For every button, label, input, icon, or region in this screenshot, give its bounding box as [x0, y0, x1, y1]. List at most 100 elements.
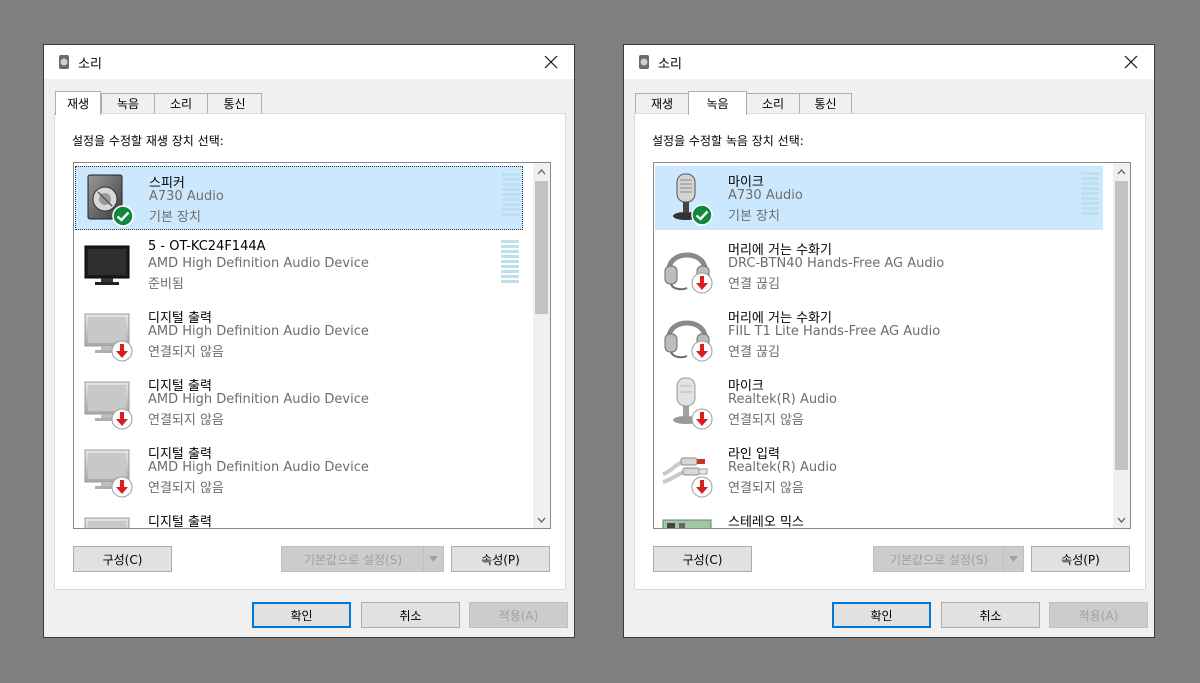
close-icon: [1124, 55, 1138, 69]
ok-button[interactable]: 확인: [252, 602, 351, 628]
sound-dialog-recording: 소리 재생 녹음 소리 통신 설정을 수정할 녹음 장치 선택: 마이크 A73…: [623, 44, 1155, 638]
monitor-disabled-icon: [81, 512, 133, 529]
set-default-button[interactable]: 기본값으로 설정(S): [281, 546, 444, 572]
disconnected-arrow-icon: [111, 476, 133, 498]
configure-button[interactable]: 구성(C): [73, 546, 172, 572]
dropdown-arrow[interactable]: [423, 547, 443, 571]
device-status: 기본 장치: [728, 209, 780, 224]
device-description: AMD High Definition Audio Device: [148, 256, 369, 271]
close-icon: [544, 55, 558, 69]
set-default-button[interactable]: 기본값으로 설정(S): [873, 546, 1024, 572]
tab-communications[interactable]: 통신: [799, 93, 852, 113]
dropdown-arrow[interactable]: [1003, 547, 1023, 571]
device-status: 연결되지 않음: [728, 413, 804, 428]
device-item-speaker[interactable]: 스피커 A730 Audio 기본 장치: [75, 166, 523, 230]
device-status: 준비됨: [148, 277, 184, 292]
scroll-thumb[interactable]: [535, 181, 548, 314]
scrollbar[interactable]: [533, 163, 550, 528]
properties-button[interactable]: 속성(P): [1031, 546, 1130, 572]
set-default-label: 기본값으로 설정(S): [889, 552, 989, 567]
disconnected-arrow-icon: [111, 408, 133, 430]
device-item-headset[interactable]: 머리에 거는 수화기 FIIL T1 Lite Hands-Free AG Au…: [655, 302, 1103, 366]
playback-panel: 설정을 수정할 재생 장치 선택: 스피커 A730 Audio 기본 장치 5…: [54, 113, 566, 590]
sound-dialog-playback: 소리 재생 녹음 소리 통신 설정을 수정할 재생 장치 선택: 스피커 A73…: [43, 44, 575, 638]
scroll-thumb[interactable]: [1115, 181, 1128, 470]
device-status: 기본 장치: [149, 210, 201, 225]
device-list[interactable]: 마이크 A730 Audio 기본 장치 머리에 거는 수화기 DRC-BTN4…: [653, 162, 1131, 529]
chevron-down-icon: [429, 556, 438, 562]
close-button[interactable]: [1108, 45, 1154, 79]
cancel-button[interactable]: 취소: [361, 602, 460, 628]
configure-button[interactable]: 구성(C): [653, 546, 752, 572]
device-status: 연결되지 않음: [148, 481, 224, 496]
chevron-up-icon: [537, 168, 546, 174]
tab-sounds[interactable]: 소리: [746, 93, 800, 113]
device-description: A730 Audio: [728, 188, 803, 203]
device-item-digital-output[interactable]: 디지털 출력 AMD High Definition Audio Device …: [75, 370, 523, 434]
tab-recording[interactable]: 녹음: [688, 91, 747, 115]
properties-button[interactable]: 속성(P): [451, 546, 550, 572]
chevron-up-icon: [1117, 168, 1126, 174]
disconnected-arrow-icon: [691, 340, 713, 362]
close-button[interactable]: [528, 45, 574, 79]
device-item-digital-output[interactable]: 디지털 출력 AMD High Definition Audio Device …: [75, 302, 523, 366]
device-description: DRC-BTN40 Hands-Free AG Audio: [728, 256, 945, 271]
monitor-icon: [81, 240, 133, 292]
device-item-line-in[interactable]: 라인 입력 Realtek(R) Audio 연결되지 않음: [655, 438, 1103, 502]
title-bar[interactable]: 소리: [44, 45, 574, 79]
device-description: AMD High Definition Audio Device: [148, 392, 369, 407]
instruction-label: 설정을 수정할 재생 장치 선택:: [72, 134, 224, 148]
disconnected-arrow-icon: [691, 408, 713, 430]
device-status: 연결되지 않음: [148, 345, 224, 360]
device-name: 디지털 출력: [148, 515, 212, 529]
device-item-microphone[interactable]: 마이크 A730 Audio 기본 장치: [655, 166, 1103, 230]
speaker-icon: [636, 54, 652, 70]
scroll-up-button[interactable]: [1113, 163, 1130, 180]
tab-sounds[interactable]: 소리: [154, 93, 208, 113]
default-check-icon: [691, 204, 713, 226]
scrollbar[interactable]: [1113, 163, 1130, 528]
tab-recording[interactable]: 녹음: [101, 93, 155, 113]
device-status: 연결되지 않음: [728, 481, 804, 496]
instruction-label: 설정을 수정할 녹음 장치 선택:: [652, 134, 804, 148]
window-title: 소리: [78, 57, 102, 72]
device-description: AMD High Definition Audio Device: [148, 460, 369, 475]
device-item-microphone[interactable]: 마이크 Realtek(R) Audio 연결되지 않음: [655, 370, 1103, 434]
device-description: A730 Audio: [149, 189, 224, 204]
device-status: 연결되지 않음: [148, 413, 224, 428]
device-item-headset[interactable]: 머리에 거는 수화기 DRC-BTN40 Hands-Free AG Audio…: [655, 234, 1103, 298]
device-item-stereo-mix[interactable]: 스테레오 믹스: [655, 506, 1103, 529]
scroll-up-button[interactable]: [533, 163, 550, 180]
disconnected-arrow-icon: [111, 340, 133, 362]
device-description: Realtek(R) Audio: [728, 392, 837, 407]
tab-communications[interactable]: 통신: [207, 93, 262, 113]
apply-button[interactable]: 적용(A): [469, 602, 568, 628]
default-check-icon: [112, 205, 134, 227]
device-item-digital-output[interactable]: 디지털 출력 AMD High Definition Audio Device …: [75, 438, 523, 502]
scroll-down-button[interactable]: [533, 511, 550, 528]
device-description: Realtek(R) Audio: [728, 460, 837, 475]
device-item-monitor[interactable]: 5 - OT-KC24F144A AMD High Definition Aud…: [75, 234, 523, 298]
tab-playback[interactable]: 재생: [55, 91, 101, 115]
device-name: 스테레오 믹스: [728, 515, 804, 529]
level-meter-icon: [501, 240, 519, 284]
apply-button[interactable]: 적용(A): [1049, 602, 1148, 628]
tab-playback[interactable]: 재생: [635, 93, 689, 113]
device-list[interactable]: 스피커 A730 Audio 기본 장치 5 - OT-KC24F144A AM…: [73, 162, 551, 529]
set-default-label: 기본값으로 설정(S): [303, 552, 403, 567]
window-title: 소리: [658, 57, 682, 72]
device-status: 연결 끊김: [728, 277, 780, 292]
title-bar[interactable]: 소리: [624, 45, 1154, 79]
device-description: FIIL T1 Lite Hands-Free AG Audio: [728, 324, 941, 339]
cancel-button[interactable]: 취소: [941, 602, 1040, 628]
recording-panel: 설정을 수정할 녹음 장치 선택: 마이크 A730 Audio 기본 장치 머…: [634, 113, 1146, 590]
device-item-digital-output[interactable]: 디지털 출력: [75, 506, 523, 529]
scroll-down-button[interactable]: [1113, 511, 1130, 528]
ok-button[interactable]: 확인: [832, 602, 931, 628]
disconnected-arrow-icon: [691, 272, 713, 294]
board-icon: [661, 512, 713, 529]
speaker-icon: [56, 54, 72, 70]
device-status: 연결 끊김: [728, 345, 780, 360]
level-meter-icon: [1081, 172, 1099, 216]
chevron-down-icon: [1117, 517, 1126, 523]
